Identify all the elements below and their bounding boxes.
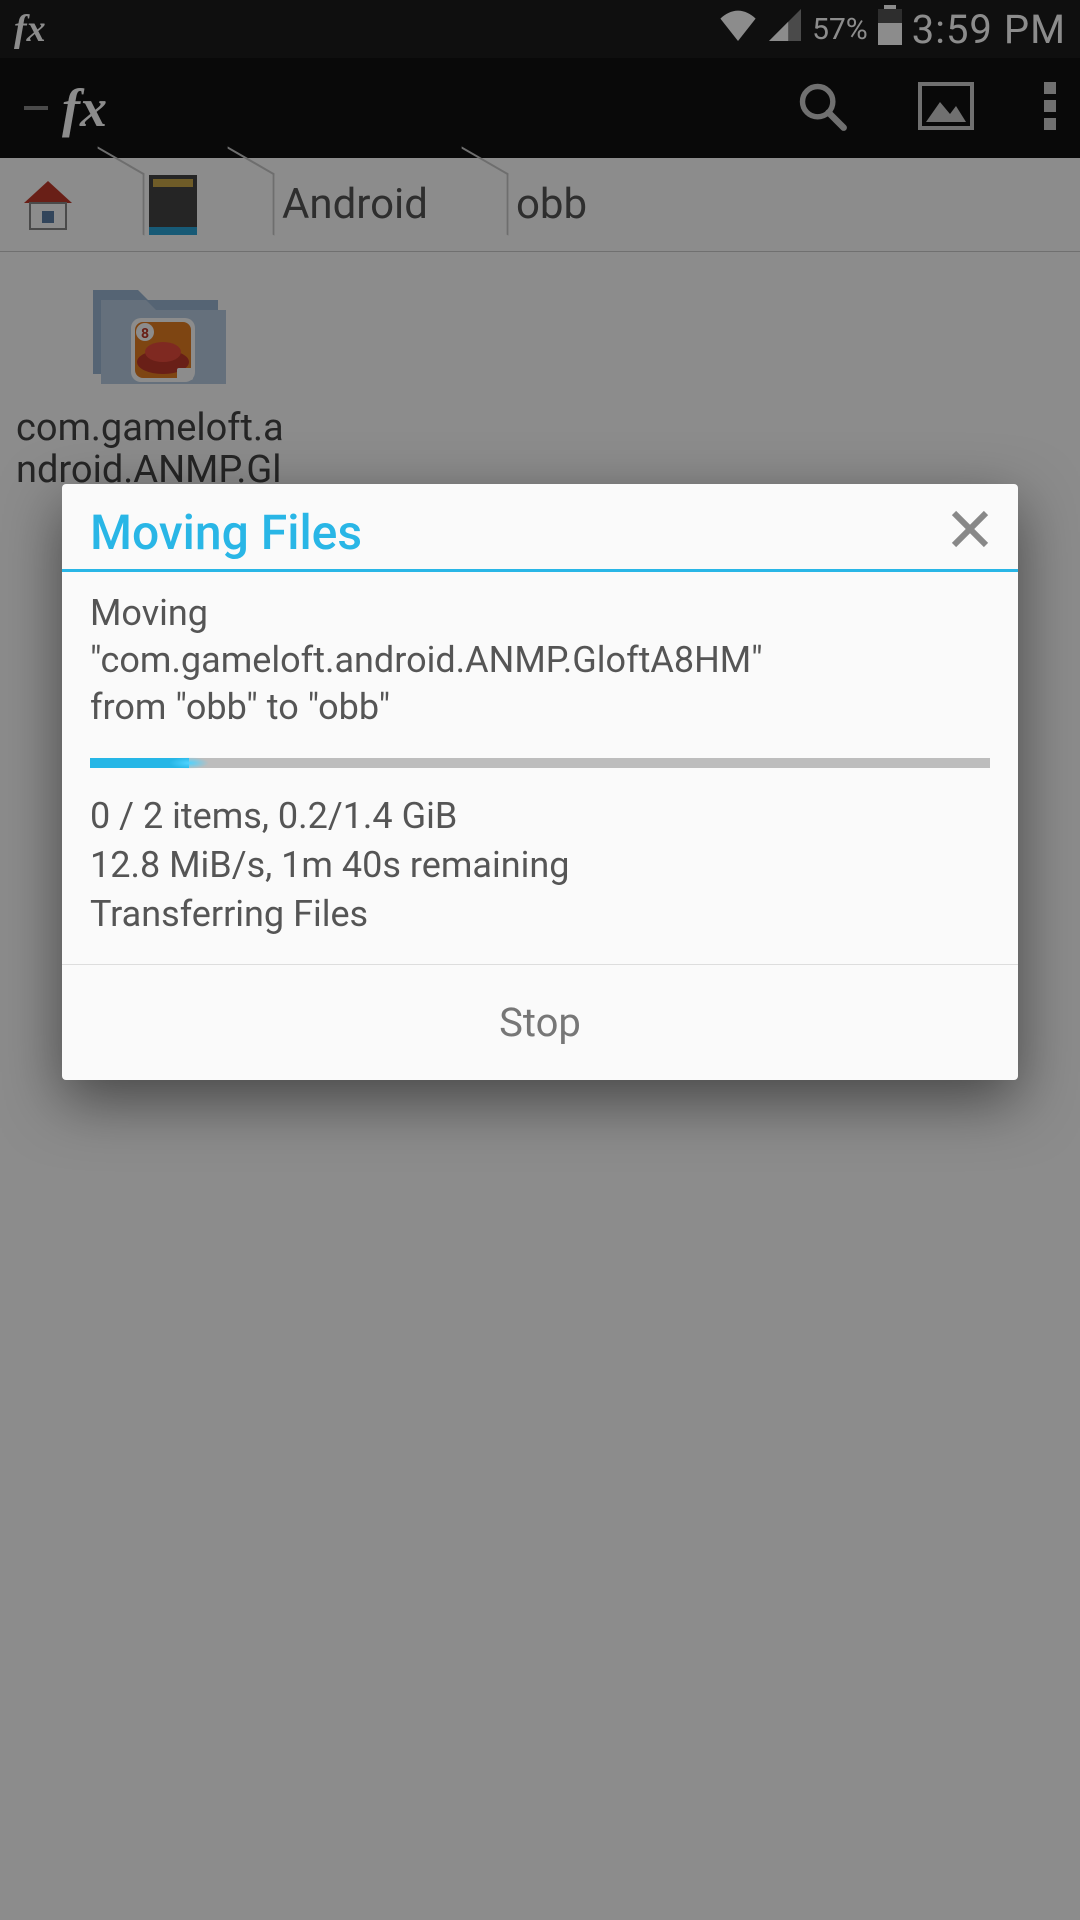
desc-line: Moving: [90, 590, 990, 637]
dialog-description: Moving "com.gameloft.android.ANMP.GloftA…: [90, 590, 990, 730]
progress-bar: [90, 758, 990, 768]
stats-line: Transferring Files: [90, 890, 990, 939]
stats-line: 0 / 2 items, 0.2/1.4 GiB: [90, 792, 990, 841]
close-icon: [950, 509, 990, 549]
dialog-close-button[interactable]: [950, 504, 990, 561]
dialog-title: Moving Files: [90, 504, 362, 561]
stats-line: 12.8 MiB/s, 1m 40s remaining: [90, 841, 990, 890]
desc-line: "com.gameloft.android.ANMP.GloftA8HM": [90, 637, 990, 684]
stop-button[interactable]: Stop: [499, 999, 581, 1046]
dialog-footer: Stop: [62, 964, 1018, 1080]
dialog-divider: [62, 569, 1018, 572]
dialog-stats: 0 / 2 items, 0.2/1.4 GiB 12.8 MiB/s, 1m …: [90, 792, 990, 938]
progress-head-glow: [169, 757, 209, 769]
desc-line: from "obb" to "obb": [90, 684, 990, 731]
moving-files-dialog: Moving Files Moving "com.gameloft.androi…: [62, 484, 1018, 1080]
